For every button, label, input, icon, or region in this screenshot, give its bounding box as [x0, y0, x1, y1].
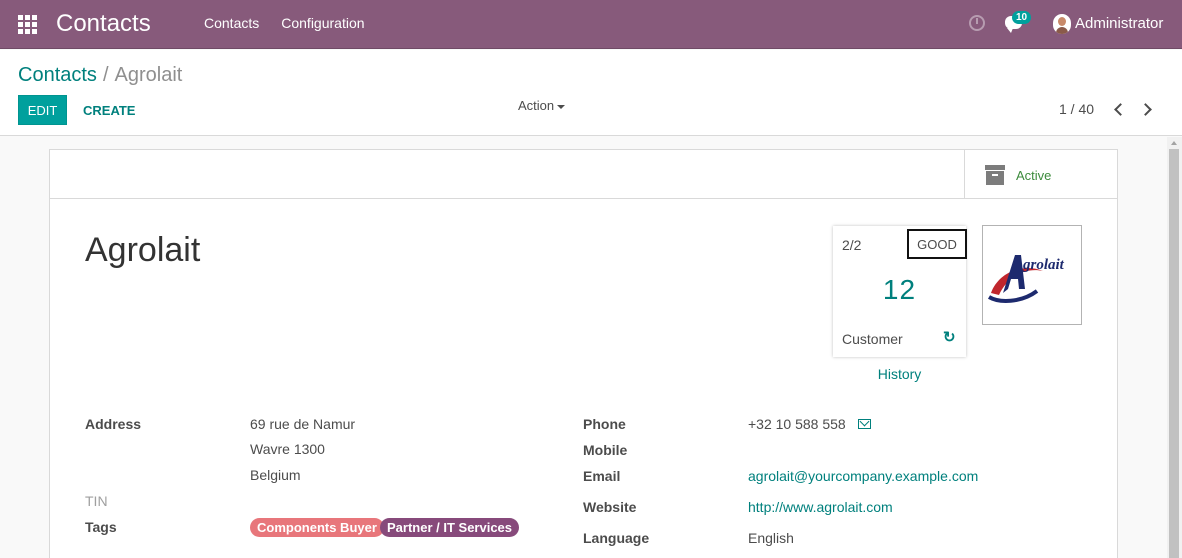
avatar[interactable]	[1053, 14, 1071, 34]
caret-down-icon	[557, 104, 566, 109]
refresh-icon[interactable]: ↻	[943, 330, 957, 345]
address-label: Address	[85, 416, 142, 432]
city-zip-field: Wavre 1300	[250, 441, 325, 457]
tag-partner-it-services: Partner / IT Services	[380, 518, 520, 537]
phone-field: +32 10 588 558	[748, 416, 846, 432]
breadcrumb: Contacts / Agrolait	[18, 64, 182, 87]
scroll-up-icon[interactable]	[1171, 141, 1177, 145]
action-label: Action	[518, 98, 555, 113]
country-field: Belgium	[250, 467, 301, 483]
tin-label: TIN	[85, 493, 108, 509]
phone-label: Phone	[583, 416, 626, 432]
breadcrumb-current: Agrolait	[114, 64, 183, 86]
form-sheet: Active Agrolait 2/2 GOOD 12 Customer ↻ H…	[49, 149, 1118, 558]
nav-menu: Contacts Configuration	[193, 15, 376, 31]
breadcrumb-contacts[interactable]: Contacts	[18, 64, 97, 86]
score-type: Customer	[842, 331, 903, 347]
tag-components-buyer: Components Buyer	[250, 518, 384, 537]
website-link[interactable]: http://www.agrolait.com	[748, 499, 893, 515]
pager-value[interactable]: 1 / 40	[1059, 101, 1094, 117]
breadcrumb-separator: /	[102, 64, 109, 86]
create-button[interactable]: CREATE	[76, 95, 142, 125]
edit-button[interactable]: EDIT	[18, 95, 67, 125]
messages-badge[interactable]: 10	[1012, 11, 1032, 24]
partner-logo[interactable]: grolait	[982, 225, 1082, 325]
active-label: Active	[1016, 168, 1052, 183]
app-title[interactable]: Contacts	[56, 10, 151, 38]
svg-text:grolait: grolait	[1022, 257, 1065, 273]
history-link[interactable]: History	[833, 366, 966, 382]
clock-icon[interactable]	[969, 15, 985, 31]
main-navbar: Contacts Contacts Configuration 10 Admin…	[0, 0, 1182, 49]
scrollbar[interactable]	[1167, 137, 1182, 558]
agrolait-logo-image: grolait	[987, 255, 1065, 303]
mobile-label: Mobile	[583, 442, 628, 458]
tags-label: Tags	[85, 519, 117, 535]
score-fraction: 2/2	[842, 237, 862, 253]
active-toggle-button[interactable]: Active	[964, 150, 1117, 198]
scroll-thumb[interactable]	[1169, 149, 1179, 558]
apps-icon[interactable]	[18, 15, 37, 34]
menu-contacts[interactable]: Contacts	[193, 15, 270, 31]
partner-name: Agrolait	[85, 231, 201, 269]
language-label: Language	[583, 530, 650, 546]
email-label: Email	[583, 468, 621, 484]
email-link[interactable]: agrolait@yourcompany.example.com	[748, 468, 978, 484]
archive-icon	[985, 165, 1005, 185]
score-value: 12	[882, 274, 917, 305]
action-dropdown[interactable]: Action	[518, 98, 566, 113]
score-card[interactable]: 2/2 GOOD 12 Customer ↻	[833, 226, 967, 357]
control-panel: Contacts / Agrolait EDIT CREATE Action 1 /…	[0, 50, 1182, 136]
user-menu[interactable]: Administrator	[1075, 15, 1163, 32]
menu-configuration[interactable]: Configuration	[270, 15, 375, 31]
chevron-left-icon[interactable]	[1111, 101, 1125, 117]
envelope-icon[interactable]	[858, 419, 871, 429]
website-label: Website	[583, 499, 637, 515]
language-field: English	[748, 530, 794, 546]
chevron-right-icon[interactable]	[1140, 101, 1154, 117]
button-box: Active	[50, 150, 1117, 199]
street-field: 69 rue de Namur	[250, 416, 356, 432]
score-status-badge[interactable]: GOOD	[907, 229, 967, 259]
